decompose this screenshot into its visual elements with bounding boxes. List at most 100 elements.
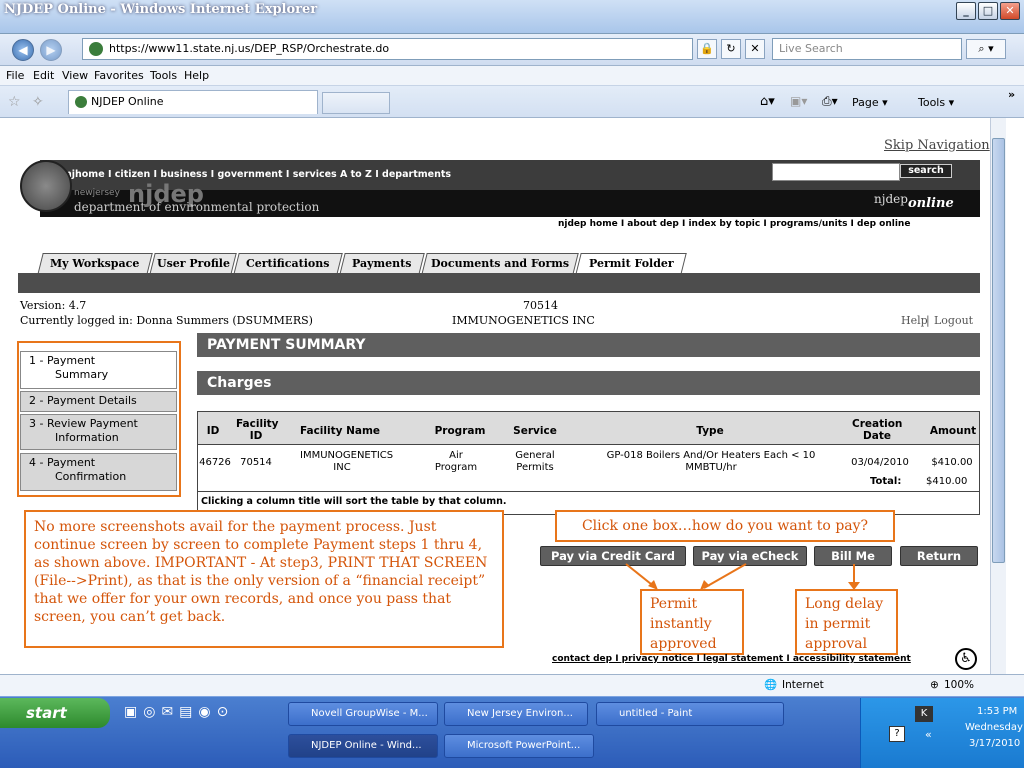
site-search-input[interactable] bbox=[772, 163, 900, 181]
step-review-payment[interactable]: 3 - Review Payment Information bbox=[20, 414, 177, 450]
charges-heading: Charges bbox=[197, 371, 980, 395]
close-button[interactable]: ✕ bbox=[1000, 2, 1020, 20]
cell-program: Air Program bbox=[434, 450, 478, 473]
payment-summary-heading: PAYMENT SUMMARY bbox=[197, 333, 980, 357]
quick-launch-icons[interactable]: ▣◎✉▤◉⊙ bbox=[124, 704, 234, 720]
menu-view[interactable]: View bbox=[62, 69, 88, 82]
njdep-logo-bar: newjersey njdep department of environmen… bbox=[40, 180, 980, 217]
site-icon bbox=[75, 96, 87, 108]
tray-chevron-icon[interactable]: « bbox=[925, 728, 932, 741]
live-search-input[interactable]: Live Search bbox=[772, 38, 962, 60]
sort-hint: Clicking a column title will sort the ta… bbox=[201, 496, 507, 507]
task-new-jersey-environ[interactable]: New Jersey Environ... bbox=[444, 702, 588, 726]
system-tray: K ? « 1:53 PM Wednesday 3/17/2010 bbox=[860, 698, 1024, 768]
add-favorites-icon[interactable]: ✧ bbox=[32, 94, 44, 110]
print-icon[interactable]: ⎙▾ bbox=[822, 94, 838, 109]
instant-approval-note: Permit instantly approved bbox=[640, 589, 744, 655]
logout-link[interactable]: Logout bbox=[934, 314, 973, 327]
footer-links[interactable]: contact dep I privacy notice I legal sta… bbox=[552, 654, 911, 664]
step-payment-confirmation[interactable]: 4 - Payment Confirmation bbox=[20, 453, 177, 491]
tab-user-profile[interactable]: User Profile bbox=[149, 253, 237, 275]
accessibility-icon: ♿ bbox=[955, 648, 977, 670]
col-creation-date[interactable]: Creation Date bbox=[852, 418, 902, 442]
task-powerpoint[interactable]: Microsoft PowerPoint... bbox=[444, 734, 594, 758]
step-payment-summary[interactable]: 1 - Payment Summary bbox=[20, 351, 177, 389]
return-button[interactable]: Return bbox=[900, 546, 978, 566]
help-tray-icon[interactable]: ? bbox=[889, 726, 905, 742]
cell-id: 46726 bbox=[199, 457, 231, 468]
link-separator: | bbox=[926, 314, 930, 327]
instructions-note: No more screenshots avail for the paymen… bbox=[24, 510, 504, 648]
njdep-online-logo-b: online bbox=[908, 196, 954, 211]
menu-favorites[interactable]: Favorites bbox=[94, 69, 144, 82]
task-groupwise[interactable]: Novell GroupWise - M... bbox=[288, 702, 438, 726]
search-icon[interactable]: ⌕ ▾ bbox=[966, 39, 1006, 59]
cell-facility-name: IMMUNOGENETICS INC bbox=[300, 450, 394, 473]
skip-navigation-link[interactable]: Skip Navigation bbox=[884, 138, 990, 153]
nj-topnav[interactable]: njhome I citizen I business I government… bbox=[65, 169, 451, 180]
clock-time[interactable]: 1:53 PM bbox=[977, 706, 1017, 717]
cell-facility-id: 70514 bbox=[240, 457, 272, 468]
vertical-scrollbar[interactable] bbox=[990, 118, 1006, 674]
logo-newjersey: newjersey bbox=[74, 188, 120, 198]
address-bar[interactable]: https://www11.state.nj.us/DEP_RSP/Orches… bbox=[82, 38, 693, 60]
browser-tab-label: NJDEP Online bbox=[91, 95, 164, 108]
menu-tools[interactable]: Tools bbox=[150, 69, 177, 82]
task-paint[interactable]: untitled - Paint bbox=[596, 702, 784, 726]
site-search-button[interactable]: search bbox=[900, 164, 952, 178]
favorites-star-icon[interactable]: ☆ bbox=[8, 94, 21, 110]
start-button[interactable]: start bbox=[0, 698, 110, 728]
browser-tab-njdep[interactable]: NJDEP Online bbox=[68, 90, 318, 114]
njdep-subnav[interactable]: njdep home I about dep I index by topic … bbox=[558, 219, 910, 229]
menu-edit[interactable]: Edit bbox=[33, 69, 54, 82]
tab-documents-and-forms[interactable]: Documents and Forms bbox=[421, 253, 579, 275]
home-icon[interactable]: ⌂▾ bbox=[760, 94, 775, 109]
help-link[interactable]: Help bbox=[901, 314, 928, 327]
new-tab-button[interactable] bbox=[322, 92, 390, 114]
lock-icon[interactable]: 🔒 bbox=[697, 39, 717, 59]
col-facility-id[interactable]: Facility ID bbox=[236, 418, 279, 442]
menu-file[interactable]: File bbox=[6, 69, 24, 82]
site-icon bbox=[89, 42, 103, 56]
tab-my-workspace[interactable]: My Workspace bbox=[37, 253, 153, 275]
facility-name-text: IMMUNOGENETICS INC bbox=[452, 314, 595, 327]
forward-icon[interactable]: ▶ bbox=[40, 39, 62, 61]
scrollbar-thumb[interactable] bbox=[992, 138, 1005, 563]
tab-certifications[interactable]: Certifications bbox=[233, 253, 343, 275]
feeds-icon[interactable]: ▣▾ bbox=[790, 94, 807, 108]
step-payment-details[interactable]: 2 - Payment Details bbox=[20, 391, 177, 412]
url-text: https://www11.state.nj.us/DEP_RSP/Orches… bbox=[109, 42, 390, 55]
internet-zone-text: Internet bbox=[782, 679, 824, 691]
col-id[interactable]: ID bbox=[198, 425, 228, 437]
task-njdep-online[interactable]: NJDEP Online - Wind... bbox=[288, 734, 438, 758]
cell-type: GP-018 Boilers And/Or Heaters Each < 10 … bbox=[606, 450, 816, 473]
refresh-icon[interactable]: ↻ bbox=[721, 39, 741, 59]
status-bar: 🌐 Internet ⊕ 100% bbox=[0, 674, 1024, 696]
logged-in-text: Currently logged in: Donna Summers (DSUM… bbox=[20, 314, 313, 327]
zoom-icon[interactable]: ⊕ bbox=[930, 679, 939, 691]
stop-icon[interactable]: ✕ bbox=[745, 39, 765, 59]
tab-payments[interactable]: Payments bbox=[339, 253, 425, 275]
col-facility-name[interactable]: Facility Name bbox=[290, 425, 390, 437]
annotation-arrows bbox=[625, 563, 860, 590]
total-value: $410.00 bbox=[926, 476, 968, 487]
col-type[interactable]: Type bbox=[600, 425, 820, 437]
chevron-right-icon[interactable]: » bbox=[1008, 88, 1015, 101]
page-menu[interactable]: Page ▾ bbox=[852, 96, 888, 109]
nj-seal-icon bbox=[20, 160, 72, 212]
col-amount[interactable]: Amount bbox=[926, 425, 980, 437]
minimize-button[interactable]: _ bbox=[956, 2, 976, 20]
tray-app-icon[interactable]: K bbox=[915, 706, 933, 722]
back-icon[interactable]: ◀ bbox=[12, 39, 34, 61]
maximize-button[interactable]: □ bbox=[978, 2, 998, 20]
tab-underline-bar bbox=[18, 273, 980, 293]
zone-globe-icon: 🌐 bbox=[764, 679, 778, 691]
col-service[interactable]: Service bbox=[505, 425, 565, 437]
njdep-online-logo-a: njdep bbox=[874, 192, 908, 206]
tab-permit-folder[interactable]: Permit Folder bbox=[575, 253, 687, 275]
zoom-level[interactable]: 100% bbox=[944, 679, 974, 691]
menu-help[interactable]: Help bbox=[184, 69, 209, 82]
tools-menu[interactable]: Tools ▾ bbox=[918, 96, 954, 109]
facility-id-text: 70514 bbox=[523, 299, 558, 312]
col-program[interactable]: Program bbox=[420, 425, 500, 437]
